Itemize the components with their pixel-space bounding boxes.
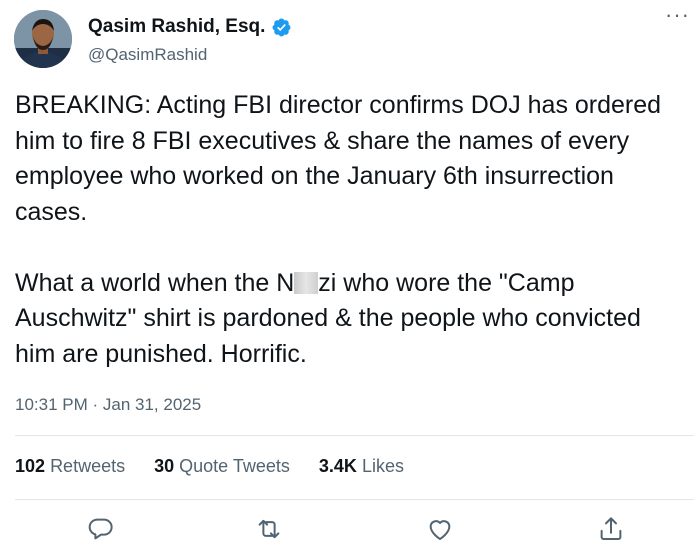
timestamp[interactable]: 10:31 PM · Jan 31, 2025 <box>15 395 201 415</box>
tweet-card: Qasim Rashid, Esq. @QasimRashid ··· BREA… <box>0 0 700 558</box>
more-options-icon[interactable]: ··· <box>665 4 690 26</box>
quote-tweets-label: Quote Tweets <box>179 456 290 476</box>
retweets-count: 102 <box>15 456 46 476</box>
censor-blur <box>294 271 319 294</box>
quote-tweets-count: 30 <box>154 456 175 476</box>
display-name-row[interactable]: Qasim Rashid, Esq. <box>88 16 292 38</box>
retweet-icon[interactable] <box>254 514 284 544</box>
retweets-label: Retweets <box>50 456 126 476</box>
divider <box>15 499 694 500</box>
tweet-paragraph-2-start: What a world when the N <box>15 268 295 297</box>
action-bar <box>0 510 700 550</box>
tweet-text: BREAKING: Acting FBI director confirms D… <box>15 88 687 372</box>
likes-stat[interactable]: 3.4K Likes <box>319 456 404 477</box>
likes-label: Likes <box>361 456 404 476</box>
divider <box>15 435 694 436</box>
engagement-stats: 102 Retweets 30 Quote Tweets 3.4K Likes <box>15 456 404 477</box>
like-icon[interactable] <box>425 514 455 544</box>
tweet-paragraph-1: BREAKING: Acting FBI director confirms D… <box>15 91 669 226</box>
likes-count: 3.4K <box>318 456 357 476</box>
user-handle[interactable]: @QasimRashid <box>88 45 207 65</box>
display-name[interactable]: Qasim Rashid, Esq. <box>88 16 265 38</box>
quote-tweets-stat[interactable]: 30 Quote Tweets <box>154 456 290 477</box>
reply-icon[interactable] <box>86 514 116 544</box>
verified-badge-icon <box>271 17 292 38</box>
avatar[interactable] <box>14 10 72 68</box>
retweets-stat[interactable]: 102 Retweets <box>15 456 125 477</box>
share-icon[interactable] <box>596 514 626 544</box>
